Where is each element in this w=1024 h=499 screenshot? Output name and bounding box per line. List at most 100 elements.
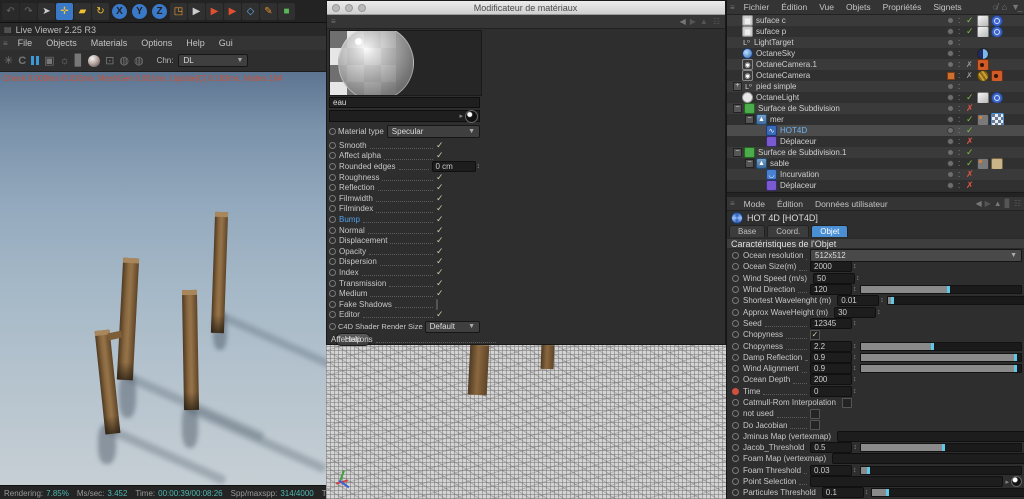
channel-label[interactable]: Reflection xyxy=(339,183,375,192)
back-arrow-icon[interactable]: ◀ xyxy=(975,199,981,208)
attribute-value[interactable]: 0.9 xyxy=(810,363,852,374)
menu-édition[interactable]: Édition xyxy=(771,199,809,209)
stepper-icon[interactable]: ↕ xyxy=(865,488,869,497)
hamburger-icon[interactable]: ≡ xyxy=(331,17,336,26)
visibility-dots-icon[interactable]: ⁚ xyxy=(958,81,960,92)
object-label[interactable]: suface p xyxy=(756,27,786,36)
channel-label[interactable]: Editor xyxy=(339,310,360,319)
keyframe-ring-icon[interactable] xyxy=(329,163,336,170)
object-label[interactable]: LightTarget xyxy=(754,38,794,47)
menu-options[interactable]: Options xyxy=(134,38,179,48)
object-row[interactable]: −▲mer⁚✓ xyxy=(727,114,1024,125)
enable-circle-icon[interactable] xyxy=(947,28,954,35)
keyframe-ring-icon[interactable] xyxy=(329,174,336,181)
tab-objet[interactable]: Objet xyxy=(811,225,848,237)
object-label[interactable]: OctaneCamera xyxy=(756,71,810,80)
keyframe-ring-icon[interactable] xyxy=(732,275,739,282)
material-texture-field[interactable]: ▸ xyxy=(329,110,480,122)
channel-checkbox[interactable]: ✓ xyxy=(436,172,480,183)
render-viewport[interactable]: Check 0.009ms /0.016ms, MeshGen 0.001ms,… xyxy=(0,72,326,485)
picker-icon[interactable]: ⊡ xyxy=(105,54,114,67)
keyframe-ring-icon[interactable] xyxy=(732,309,739,316)
attribute-label[interactable]: Foam Map (vertexmap) xyxy=(743,454,826,463)
channel-label[interactable]: Fake Shadows xyxy=(339,300,392,309)
object-label[interactable]: suface c xyxy=(756,16,786,25)
keyframe-ring-icon[interactable] xyxy=(329,248,336,255)
attribute-slider[interactable] xyxy=(860,466,1023,475)
attribute-slider[interactable] xyxy=(860,443,1023,452)
attribute-value[interactable]: 12345 xyxy=(810,318,852,329)
expand-icon[interactable]: + xyxy=(733,82,742,91)
keyframe-set-icon[interactable] xyxy=(732,388,739,395)
channel-checkbox[interactable]: ✓ xyxy=(436,203,480,214)
keyframe-ring-icon[interactable] xyxy=(732,455,739,462)
channel-label[interactable]: Displacement xyxy=(339,236,387,245)
channel-label[interactable]: Bump xyxy=(339,215,360,224)
channel-label[interactable]: Rounded edges xyxy=(339,162,396,171)
stepper-icon[interactable]: ↕ xyxy=(853,375,857,384)
z-axis-icon[interactable]: Z xyxy=(150,2,169,21)
object-row[interactable]: ∿HOT4D⁚✓ xyxy=(727,125,1024,136)
material-type-dropdown[interactable]: Specular▼ xyxy=(387,125,480,138)
keyframe-ring-icon[interactable] xyxy=(732,467,739,474)
stepper-icon[interactable]: ↕ xyxy=(853,353,857,362)
redo-icon[interactable]: ↷ xyxy=(20,3,37,20)
channel-checkbox[interactable]: ✓ xyxy=(436,235,480,246)
object-label[interactable]: Surface de Subdivision.1 xyxy=(758,148,847,157)
object-label[interactable]: mer xyxy=(770,115,784,124)
render-visibility-icon[interactable]: ✗ xyxy=(966,169,974,180)
home-icon[interactable]: ⌂ xyxy=(1002,2,1007,12)
enable-circle-icon[interactable] xyxy=(947,160,954,167)
x-axis-icon[interactable]: X xyxy=(110,2,129,21)
object-row[interactable]: −Surface de Subdivision⁚✗ xyxy=(727,103,1024,114)
channel-label[interactable]: Index xyxy=(339,268,359,277)
channel-label[interactable]: Normal xyxy=(339,226,365,235)
visibility-dots-icon[interactable]: ⁚ xyxy=(958,125,960,136)
attribute-label[interactable]: Approx WaveHeight (m) xyxy=(743,308,828,317)
enable-circle-icon[interactable] xyxy=(947,127,954,134)
object-row[interactable]: ▦suface p⁚✓ xyxy=(727,26,1024,37)
phong-tag-icon[interactable] xyxy=(991,92,1003,104)
attribute-value[interactable]: 0.01 xyxy=(837,295,879,306)
material-name-field[interactable]: eau xyxy=(329,97,480,108)
keyframe-ring-icon[interactable] xyxy=(732,286,739,293)
channel-checkbox[interactable]: ✓ xyxy=(436,225,480,236)
window-menu-icon[interactable]: ▤ xyxy=(4,25,12,34)
region-icon[interactable]: ▣ xyxy=(44,54,54,67)
render-visibility-icon[interactable]: ✗ xyxy=(966,70,973,81)
attribute-label[interactable]: not used xyxy=(743,409,774,418)
visibility-dots-icon[interactable]: ⁚ xyxy=(958,180,960,191)
render-visibility-icon[interactable]: ✓ xyxy=(966,158,974,169)
forward-arrow-icon[interactable]: ▶ xyxy=(985,199,991,208)
sand-tag-icon[interactable] xyxy=(991,158,1003,170)
attribute-label[interactable]: Wind Alignment xyxy=(743,364,799,373)
object-row[interactable]: Déplaceur⁚✗ xyxy=(727,136,1024,147)
attribute-label[interactable]: Jminus Map (vertexmap) xyxy=(743,432,831,441)
render-visibility-icon[interactable]: ✓ xyxy=(966,26,974,37)
keyframe-ring-icon[interactable] xyxy=(732,478,739,485)
channel-checkbox[interactable]: ✓ xyxy=(436,278,480,289)
channel-label[interactable]: Filmindex xyxy=(339,204,373,213)
stepper-icon[interactable]: ↕ xyxy=(853,387,857,396)
keyframe-ring-icon[interactable] xyxy=(329,216,336,223)
attribute-value[interactable]: 2000 xyxy=(810,261,852,272)
object-label[interactable]: Déplaceur xyxy=(780,137,816,146)
attribute-label[interactable]: Foam Threshold xyxy=(743,466,801,475)
collapse-icon[interactable]: − xyxy=(733,104,742,113)
stepper-icon[interactable]: ↕ xyxy=(877,308,881,317)
up-arrow-icon[interactable]: ▲ xyxy=(994,199,1002,208)
map-link-field[interactable] xyxy=(810,476,1003,487)
attribute-slider[interactable] xyxy=(871,488,1024,497)
channel-dropdown[interactable]: DL▼ xyxy=(178,54,248,67)
object-row[interactable]: ◡Incurvation⁚✗ xyxy=(727,169,1024,180)
menu-mode[interactable]: Mode xyxy=(738,199,771,209)
object-row[interactable]: −Surface de Subdivision.1⁚✓ xyxy=(727,147,1024,158)
menu-file[interactable]: File xyxy=(11,38,40,48)
attribute-value[interactable]: 120 xyxy=(810,284,852,295)
attribute-checkbox[interactable] xyxy=(842,398,852,408)
object-row[interactable]: ◉OctaneCamera⁚✗ xyxy=(727,70,1024,81)
channel-label[interactable]: Roughness xyxy=(339,173,379,182)
render-visibility-icon[interactable]: ✗ xyxy=(966,103,974,114)
material-window-titlebar[interactable]: Modificateur de matériaux xyxy=(327,1,725,15)
arrow-right-icon[interactable]: ▸ xyxy=(1005,478,1009,486)
